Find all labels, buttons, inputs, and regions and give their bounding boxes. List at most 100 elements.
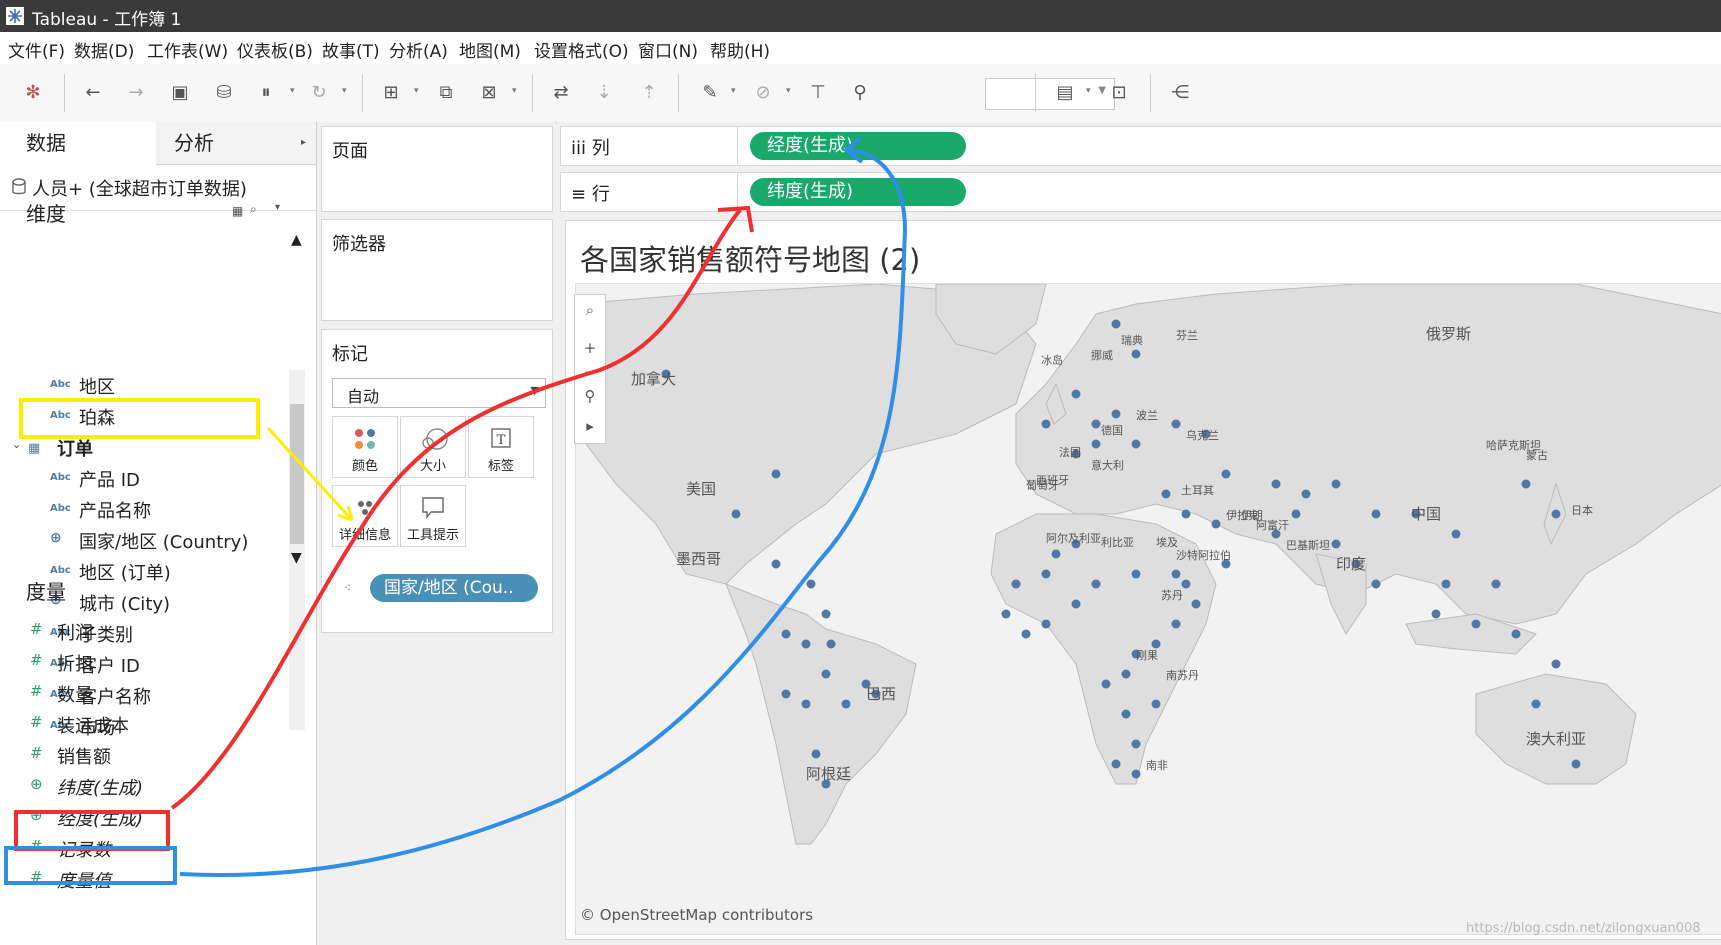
country-point[interactable]: [1131, 349, 1141, 359]
sheet-title[interactable]: 各国家销售额符号地图 (2): [580, 237, 920, 279]
country-point[interactable]: [771, 469, 781, 479]
share-icon[interactable]: ⋲: [1167, 80, 1193, 106]
country-point[interactable]: [1091, 439, 1101, 449]
country-point[interactable]: [1001, 609, 1011, 619]
country-point[interactable]: [1491, 579, 1501, 589]
detail-button[interactable]: 详细信息: [332, 485, 398, 547]
menu-data[interactable]: 数据(D): [74, 37, 134, 62]
tooltip-button[interactable]: 工具提示: [400, 485, 466, 547]
country-point[interactable]: [781, 689, 791, 699]
country-point[interactable]: [1041, 619, 1051, 629]
measure-field[interactable]: ⊕ 经度(生成): [0, 802, 290, 832]
country-point[interactable]: [1131, 769, 1141, 779]
country-point[interactable]: [811, 749, 821, 759]
tab-data[interactable]: 数据: [0, 122, 157, 164]
dimensions-menu-icon[interactable]: ▾: [275, 202, 280, 213]
map-search-icon[interactable]: ⌕: [579, 299, 601, 321]
new-sheet-dropdown-icon[interactable]: ▾: [414, 86, 419, 96]
new-sheet-icon[interactable]: ⊞: [378, 80, 404, 106]
country-point[interactable]: [1151, 699, 1161, 709]
dimension-field[interactable]: Abc 珀森: [0, 401, 290, 431]
columns-shelf[interactable]: iii 列 经度(生成): [560, 126, 1721, 166]
country-point[interactable]: [1471, 619, 1481, 629]
sort-desc-icon[interactable]: ⇡: [636, 80, 662, 106]
country-point[interactable]: [1181, 579, 1191, 589]
country-point[interactable]: [1041, 419, 1051, 429]
scroll-up-icon[interactable]: ▲: [291, 232, 302, 248]
country-point[interactable]: [1371, 579, 1381, 589]
new-datasource-icon[interactable]: ⛁: [211, 80, 237, 106]
columns-longitude-pill[interactable]: 经度(生成): [750, 132, 966, 160]
country-point[interactable]: [1441, 579, 1451, 589]
country-point[interactable]: [1131, 439, 1141, 449]
tab-menu-icon[interactable]: ▸: [301, 122, 306, 164]
save-icon[interactable]: ▣: [167, 80, 193, 106]
sort-asc-icon[interactable]: ⇣: [591, 80, 617, 106]
country-point[interactable]: [841, 699, 851, 709]
menu-story[interactable]: 故事(T): [322, 37, 380, 62]
menu-window[interactable]: 窗口(N): [638, 37, 698, 62]
country-point[interactable]: [1431, 609, 1441, 619]
measure-field[interactable]: # 装运成本: [0, 709, 290, 739]
measure-field[interactable]: # 销售额: [0, 740, 290, 770]
presentation-icon[interactable]: ⊡: [1106, 80, 1132, 106]
clear-icon[interactable]: ⊠: [476, 80, 502, 106]
country-point[interactable]: [1531, 699, 1541, 709]
country-point[interactable]: [1221, 469, 1231, 479]
country-point[interactable]: [801, 639, 811, 649]
country-point[interactable]: [1551, 509, 1561, 519]
country-point[interactable]: [1091, 419, 1101, 429]
country-point[interactable]: [1111, 759, 1121, 769]
dimension-field[interactable]: Abc 产品 ID: [0, 463, 290, 493]
menu-worksheet[interactable]: 工作表(W): [147, 37, 228, 62]
country-point[interactable]: [1301, 489, 1311, 499]
rows-shelf[interactable]: ≡ 行 纬度(生成): [560, 172, 1721, 212]
measure-field[interactable]: # 折扣: [0, 647, 290, 677]
pin-icon[interactable]: ⚲: [847, 80, 873, 106]
country-point[interactable]: [1511, 629, 1521, 639]
show-cards-dropdown-icon[interactable]: ▾: [1086, 86, 1091, 96]
measure-field[interactable]: # 数量: [0, 678, 290, 708]
country-point[interactable]: [1371, 509, 1381, 519]
clear-dropdown-icon[interactable]: ▾: [512, 86, 517, 96]
dimension-field[interactable]: Abc 产品名称: [0, 494, 290, 524]
menu-dashboard[interactable]: 仪表板(B): [237, 37, 313, 62]
swap-icon[interactable]: ⇄: [548, 80, 574, 106]
menu-format[interactable]: 设置格式(O): [534, 37, 629, 62]
fit-dropdown[interactable]: ▼: [985, 78, 1115, 110]
country-point[interactable]: [771, 559, 781, 569]
dimension-field[interactable]: ⌄ ▦ 订单: [0, 432, 290, 462]
country-point[interactable]: [1121, 669, 1131, 679]
country-point[interactable]: [1011, 579, 1021, 589]
country-point[interactable]: [1131, 569, 1141, 579]
country-point[interactable]: [1111, 319, 1121, 329]
country-point[interactable]: [1131, 739, 1141, 749]
country-point[interactable]: [731, 509, 741, 519]
dimension-field[interactable]: Abc 地区: [0, 370, 290, 400]
refresh-dropdown-icon[interactable]: ▾: [342, 86, 347, 96]
color-button[interactable]: 颜色: [332, 416, 398, 478]
country-point[interactable]: [1451, 529, 1461, 539]
scrollbar-thumb[interactable]: [290, 404, 304, 544]
label-icon[interactable]: ⊤: [805, 80, 831, 106]
menu-analysis[interactable]: 分析(A): [389, 37, 448, 62]
tab-analysis[interactable]: 分析 ▸: [156, 122, 316, 165]
expand-tools-icon[interactable]: ▸: [579, 415, 601, 437]
country-point[interactable]: [1181, 509, 1191, 519]
country-point[interactable]: [1171, 619, 1181, 629]
label-button[interactable]: T 标签: [468, 416, 534, 478]
pin-map-icon[interactable]: ⚲: [579, 385, 601, 407]
show-cards-icon[interactable]: ▤: [1052, 80, 1078, 106]
country-point[interactable]: [1331, 479, 1341, 489]
duplicate-icon[interactable]: ⧉: [433, 80, 459, 106]
pages-card[interactable]: 页面: [321, 126, 553, 212]
measure-field[interactable]: # 度量值: [0, 864, 290, 894]
country-point[interactable]: [1171, 569, 1181, 579]
country-point[interactable]: [1071, 389, 1081, 399]
highlight-icon[interactable]: ✎: [697, 80, 723, 106]
country-point[interactable]: [821, 669, 831, 679]
country-point[interactable]: [1071, 599, 1081, 609]
country-point[interactable]: [1291, 509, 1301, 519]
mark-type-select[interactable]: 自动 ▼: [332, 378, 546, 408]
pause-dropdown-icon[interactable]: ▾: [290, 86, 295, 96]
